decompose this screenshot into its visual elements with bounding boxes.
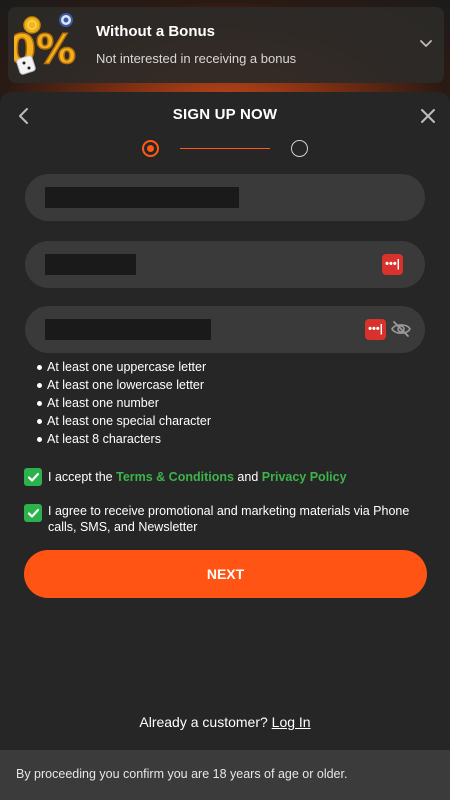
marketing-consent-row: I agree to receive promotional and marke… xyxy=(24,503,414,535)
age-disclaimer-footer: By proceeding you confirm you are 18 yea… xyxy=(0,750,450,800)
bonus-selector[interactable]: 0% Without a Bonus Not interested in rec… xyxy=(8,7,444,83)
privacy-link[interactable]: Privacy Policy xyxy=(262,470,347,484)
terms-checkbox[interactable] xyxy=(24,468,42,486)
terms-link[interactable]: Terms & Conditions xyxy=(116,470,234,484)
zero-percent-art-icon: 0% xyxy=(14,13,77,75)
password-rule: At least one special character xyxy=(36,412,211,430)
checkmark-icon xyxy=(27,472,39,482)
step-2-inactive xyxy=(291,140,308,157)
password-rule: At least one number xyxy=(36,394,211,412)
login-link[interactable]: Log In xyxy=(272,714,311,730)
bonus-title: Without a Bonus xyxy=(96,23,216,40)
password-rule: At least 8 characters xyxy=(36,430,211,448)
bonus-banner-background: 0% Without a Bonus Not interested in rec… xyxy=(0,0,450,100)
login-prompt: Already a customer? Log In xyxy=(0,714,450,730)
marketing-checkbox[interactable] xyxy=(24,504,42,522)
password-rule: At least one lowercase letter xyxy=(36,376,211,394)
eye-off-icon[interactable] xyxy=(391,320,411,338)
password-rules-list: At least one uppercase letter At least o… xyxy=(36,358,211,448)
email-field[interactable] xyxy=(25,174,425,221)
password-manager-icon[interactable]: •••| xyxy=(365,319,386,340)
terms-consent-text: I accept the Terms & Conditions and Priv… xyxy=(48,469,347,485)
next-button[interactable]: NEXT xyxy=(24,550,427,598)
bonus-subtitle: Not interested in receiving a bonus xyxy=(96,51,297,66)
close-icon[interactable] xyxy=(418,106,438,126)
terms-consent-row: I accept the Terms & Conditions and Priv… xyxy=(24,468,347,486)
marketing-consent-text: I agree to receive promotional and marke… xyxy=(48,504,410,534)
phone-field[interactable]: •••| xyxy=(25,241,425,288)
modal-title: SIGN UP NOW xyxy=(172,106,278,123)
login-prompt-text: Already a customer? xyxy=(139,714,268,730)
signup-modal: SIGN UP NOW •••| •••| At least one upper… xyxy=(0,92,450,750)
age-disclaimer-text: By proceeding you confirm you are 18 yea… xyxy=(16,767,348,781)
password-manager-icon[interactable]: •••| xyxy=(382,254,403,275)
password-rule: At least one uppercase letter xyxy=(36,358,211,376)
step-1-active xyxy=(142,140,159,157)
step-indicator xyxy=(140,138,310,158)
step-connector xyxy=(180,148,270,149)
checkmark-icon xyxy=(27,508,39,518)
terms-and: and xyxy=(233,470,262,484)
terms-prefix: I accept the xyxy=(48,470,117,484)
password-field[interactable]: •••| xyxy=(25,306,425,353)
chevron-down-icon[interactable] xyxy=(418,35,434,51)
